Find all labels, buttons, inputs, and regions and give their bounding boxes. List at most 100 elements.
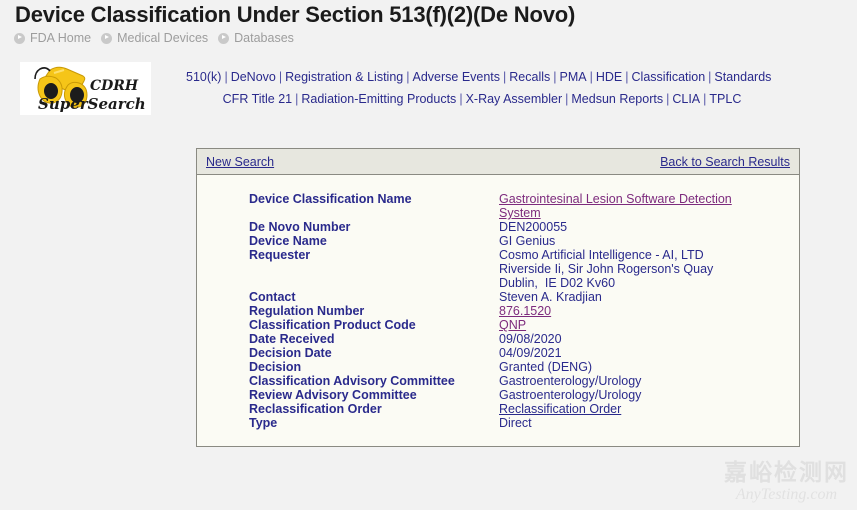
detail-value: 09/08/2020 [499, 332, 732, 346]
nav-link-pma[interactable]: PMA [560, 70, 587, 84]
nav-separator: | [565, 92, 569, 106]
nav-link-xray-assembler[interactable]: X-Ray Assembler [466, 92, 563, 106]
nav-link-radiation-emitting-products[interactable]: Radiation-Emitting Products [301, 92, 456, 106]
detail-value-link[interactable]: Reclassification Order [499, 402, 732, 416]
detail-value: Gastroenterology/Urology [499, 374, 732, 388]
nav-link-denovo[interactable]: DeNovo [231, 70, 276, 84]
nav-separator: | [553, 70, 557, 84]
table-row: Regulation Number 876.1520 [249, 304, 732, 318]
new-search-link[interactable]: New Search [206, 155, 274, 169]
nav-separator: | [625, 70, 629, 84]
table-row: De Novo Number DEN200055 [249, 220, 732, 234]
table-row: Decision Granted (DENG) [249, 360, 732, 374]
table-row: Device Name GI Genius [249, 234, 732, 248]
detail-value[interactable]: QNP [499, 318, 732, 332]
breadcrumb-item-medical-devices[interactable]: Medical Devices [117, 31, 208, 45]
detail-value-line: Gastroenterology/Urology [499, 388, 642, 402]
nav-link-registration-listing[interactable]: Registration & Listing [285, 70, 403, 84]
detail-value-line: Gastrointesinal Lesion Software Detectio… [499, 192, 732, 206]
nav-link-hde[interactable]: HDE [596, 70, 622, 84]
chevron-circle-right-icon [218, 32, 230, 44]
detail-value: Granted (DENG) [499, 360, 732, 374]
breadcrumb-item-fda-home[interactable]: FDA Home [30, 31, 91, 45]
panel-body: Device Classification Name Gastrointesina… [197, 175, 799, 446]
table-row: Date Received 09/08/2020 [249, 332, 732, 346]
detail-value: GI Genius [499, 234, 732, 248]
nav-link-standards[interactable]: Standards [714, 70, 771, 84]
detail-label: Reclassification Order [249, 402, 382, 416]
nav-link-clia[interactable]: CLIA [672, 92, 700, 106]
detail-value-line: GI Genius [499, 234, 556, 248]
nav-link-cfr-title-21[interactable]: CFR Title 21 [223, 92, 292, 106]
detail-label: Date Received [249, 332, 335, 346]
detail-label: Classification Advisory Committee [249, 374, 455, 388]
nav-separator: | [703, 92, 707, 106]
detail-label: Classification Product Code [249, 318, 416, 332]
page-title: Device Classification Under Section 513(… [15, 2, 576, 27]
detail-label: Device Name [249, 234, 327, 248]
detail-label: Requester [249, 248, 311, 262]
detail-value-line: Steven A. Kradjian [499, 290, 602, 304]
detail-label: De Novo Number [249, 220, 351, 234]
table-row: Review Advisory Committee Gastroenterolog… [249, 388, 732, 402]
breadcrumb-item-databases[interactable]: Databases [234, 31, 294, 45]
detail-value-line: 04/09/2021 [499, 346, 562, 360]
detail-label: Decision [249, 360, 302, 374]
detail-value: Direct [499, 416, 732, 430]
table-row: Type Direct [249, 416, 732, 430]
primary-navigation: 510(k) | DeNovo | Registration & Listing | Adv… [186, 66, 786, 110]
detail-value-link[interactable]: Gastrointesinal Lesion Software Detectio… [499, 192, 732, 220]
nav-link-adverse-events[interactable]: Adverse Events [412, 70, 500, 84]
table-row: Reclassification Order Reclassification O… [249, 402, 732, 416]
binoculars-icon: CDRH SuperSearch [34, 66, 146, 113]
chevron-circle-right-icon [14, 32, 25, 44]
nav-separator: | [295, 92, 299, 106]
detail-value-line: Riverside Ii, Sir John Rogerson's Quay [499, 262, 714, 276]
detail-value[interactable]: Gastrointesinal Lesion Software Detectio… [499, 192, 732, 220]
detail-value-line: DEN200055 [499, 220, 568, 234]
detail-label: Type [249, 416, 278, 430]
nav-separator: | [589, 70, 593, 84]
table-row: Requester Cosmo Artificial Intelligence -… [249, 248, 732, 290]
detail-value-line: Dublin, IE D02 Kv60 [499, 276, 616, 290]
detail-value-link[interactable]: 876.1520 [499, 304, 732, 318]
watermark: 嘉峪检测网 AnyTesting.com [724, 460, 849, 504]
detail-value[interactable]: Reclassification Order [499, 402, 732, 416]
detail-value: Cosmo Artificial Intelligence - AI, LTD R… [499, 248, 732, 290]
nav-link-medsun-reports[interactable]: Medsun Reports [571, 92, 663, 106]
detail-label: Contact [249, 290, 296, 304]
device-record-panel: New Search Back to Search Results Device… [196, 148, 800, 447]
detail-value-link[interactable]: QNP [499, 318, 732, 332]
detail-value: DEN200055 [499, 220, 732, 234]
nav-link-510k[interactable]: 510(k) [186, 70, 221, 84]
panel-header: New Search Back to Search Results [197, 149, 799, 175]
detail-value: Gastroenterology/Urology [499, 388, 732, 402]
detail-value-line: Granted (DENG) [499, 360, 593, 374]
detail-value-line: Gastroenterology/Urology [499, 374, 642, 388]
back-to-search-results-link[interactable]: Back to Search Results [660, 155, 790, 169]
detail-value-line: Cosmo Artificial Intelligence - AI, LTD [499, 248, 704, 262]
nav-separator: | [459, 92, 463, 106]
table-row: Contact Steven A. Kradjian [249, 290, 732, 304]
breadcrumb: FDA Home Medical Devices Databases [14, 31, 299, 45]
watermark-english: AnyTesting.com [735, 486, 838, 503]
cdrh-supersearch-logo[interactable]: CDRH SuperSearch [20, 62, 151, 115]
chevron-circle-right-icon [101, 32, 113, 44]
detail-value-line: System [499, 206, 541, 220]
detail-value-line: 09/08/2020 [499, 332, 562, 346]
detail-value: Steven A. Kradjian [499, 290, 732, 304]
detail-value-line: Direct [499, 416, 532, 430]
logo-text-cdrh: CDRH [90, 78, 139, 94]
nav-separator: | [224, 70, 228, 84]
detail-value-line: Reclassification Order [499, 402, 622, 416]
nav-link-classification[interactable]: Classification [632, 70, 706, 84]
watermark-chinese: 嘉峪检测网 [724, 460, 849, 486]
detail-value-line: QNP [499, 318, 527, 332]
table-row: Decision Date 04/09/2021 [249, 346, 732, 360]
detail-value[interactable]: 876.1520 [499, 304, 732, 318]
nav-row-2: CFR Title 21 | Radiation-Emitting Products… [186, 88, 786, 110]
nav-link-recalls[interactable]: Recalls [509, 70, 550, 84]
detail-label: Decision Date [249, 346, 332, 360]
nav-separator: | [666, 92, 670, 106]
nav-link-tplc[interactable]: TPLC [709, 92, 741, 106]
